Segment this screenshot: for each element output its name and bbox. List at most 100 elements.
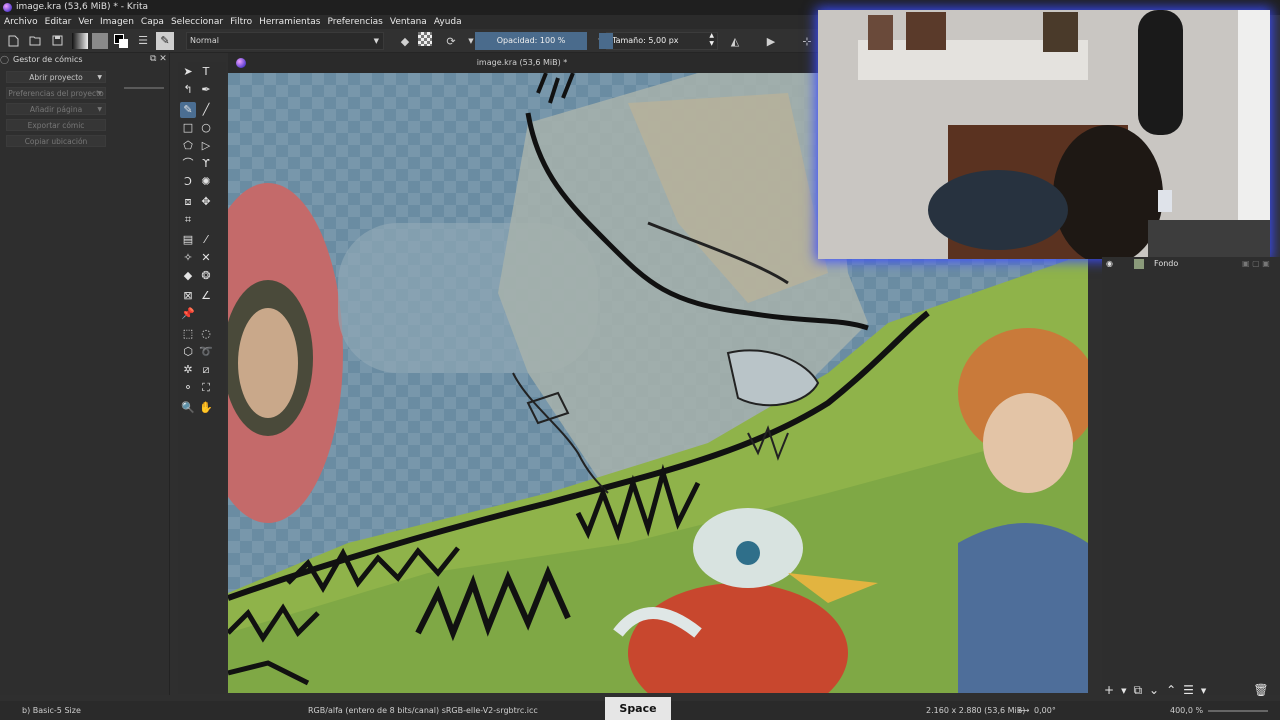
brush-preset-icon[interactable]: ✎ — [156, 31, 174, 50]
freehand-selection-icon[interactable]: ➰ — [198, 344, 214, 360]
project-settings-button[interactable]: Preferencias del proyecto ▼ — [6, 87, 106, 99]
add-page-button[interactable]: Añadir página ▼ — [6, 103, 106, 115]
dynamic-brush-tool-icon[interactable]: Ͻ — [180, 174, 196, 190]
freehand-brush-tool-icon[interactable]: ✎ — [180, 102, 196, 118]
text-tool-icon[interactable]: T — [198, 64, 214, 80]
elliptical-selection-icon[interactable]: ◌ — [198, 326, 214, 342]
blend-mode-select[interactable]: Normal ▼ — [186, 32, 384, 50]
line-tool-icon[interactable]: ╱ — [198, 102, 214, 118]
toolbox: ➤ T ↰ ✒ ✎ ╱ □ ○ ⬠ ▷ ⌒ ϒ Ͻ ✺ ⧈ ✥ ⌗ ▤ ⁄ ✧ … — [178, 62, 226, 694]
preserve-alpha-icon[interactable] — [418, 32, 432, 46]
document-tab[interactable]: image.kra (53,6 MiB) * — [228, 53, 816, 73]
layer-thumbnail — [1134, 259, 1144, 269]
rotation-status: 0,00° — [1034, 706, 1056, 715]
menu-filtro[interactable]: Filtro — [230, 15, 252, 29]
menu-herramientas[interactable]: Herramientas — [259, 15, 320, 29]
docker-controls[interactable]: ⧉ ✕ — [150, 54, 167, 64]
move-tool-icon[interactable]: ✥ — [198, 194, 214, 210]
pattern-selector-icon[interactable] — [92, 32, 108, 49]
menu-ayuda[interactable]: Ayuda — [434, 15, 462, 29]
menu-ventana[interactable]: Ventana — [390, 15, 427, 29]
reload-preset-icon[interactable]: ⟳ — [442, 32, 460, 50]
save-icon[interactable] — [48, 32, 66, 50]
menu-archivo[interactable]: Archivo — [4, 15, 38, 29]
brush-settings-icon[interactable]: ☰ — [134, 32, 152, 50]
chevron-down-icon: ▼ — [97, 90, 102, 97]
docker-float-icon[interactable]: ◯ — [0, 55, 9, 64]
eye-icon[interactable]: ◉ — [1106, 257, 1113, 271]
polygon-tool-icon[interactable]: ⬠ — [180, 138, 196, 154]
crop-workspace-icon[interactable]: ⊹ — [798, 32, 816, 50]
layer-props-icon[interactable]: ▣ ▢ ▣ — [1242, 257, 1270, 271]
move-layer-up-icon[interactable]: ⌃ — [1166, 683, 1176, 699]
multibrush-tool-icon[interactable]: ✺ — [198, 174, 214, 190]
layer-controls: + ▼ ⧉ ⌄ ⌃ ☰ ▼ 🗑 — [1104, 683, 1280, 699]
rotation-icon[interactable]: ⟷ — [1018, 701, 1029, 720]
layer-row[interactable]: ◉ Fondo ▣ ▢ ▣ — [1102, 257, 1280, 271]
fg-bg-color-icon[interactable] — [112, 32, 130, 50]
colorize-mask-tool-icon[interactable]: ✕ — [198, 250, 214, 266]
chevron-down-icon: ▼ — [373, 37, 379, 45]
polyline-tool-icon[interactable]: ▷ — [198, 138, 214, 154]
opacity-slider[interactable]: Opacidad: 100 % — [475, 32, 587, 50]
chevron-down-icon: ▼ — [97, 74, 102, 81]
calligraphy-tool-icon[interactable]: ✒ — [198, 82, 214, 98]
crop-tool-icon[interactable]: ⌗ — [180, 212, 196, 228]
assistant-tool-icon[interactable]: ⊠ — [180, 288, 196, 304]
contiguous-selection-icon[interactable]: ✲ — [180, 362, 196, 378]
menu-imagen[interactable]: Imagen — [100, 15, 134, 29]
add-layer-icon[interactable]: + — [1104, 683, 1114, 699]
transform-tool-icon[interactable]: ⧈ — [180, 194, 196, 210]
image-size-status: 2.160 x 2.880 (53,6 MiB) — [926, 706, 1026, 715]
chevron-down-icon[interactable]: ▼ — [1121, 683, 1126, 699]
rectangle-tool-icon[interactable]: □ — [180, 120, 196, 136]
bezier-selection-icon[interactable]: ⚬ — [180, 380, 196, 396]
freehand-path-tool-icon[interactable]: ϒ — [198, 156, 214, 172]
brush-preset-status: b) Basic-5 Size — [22, 706, 81, 715]
menu-bar: Archivo Editar Ver Imagen Capa Seleccion… — [0, 15, 830, 29]
mirror-vertical-icon[interactable]: ▶ — [762, 32, 780, 50]
open-folder-icon[interactable] — [26, 32, 44, 50]
zoom-slider[interactable] — [1208, 710, 1268, 712]
measure-tool-icon[interactable]: ∠ — [198, 288, 214, 304]
open-project-button[interactable]: Abrir proyecto ▼ — [6, 71, 106, 83]
zoom-tool-icon[interactable]: 🔍 — [180, 400, 196, 416]
color-picker-tool-icon[interactable]: ⁄ — [198, 232, 214, 248]
main-toolbar: ☰ ✎ Normal ▼ ◆ ⟳ ▼ Opacidad: 100 % ▼ Tam… — [0, 29, 830, 53]
bezier-tool-icon[interactable]: ⌒ — [180, 156, 196, 172]
menu-seleccionar[interactable]: Seleccionar — [171, 15, 223, 29]
webcam-overlay — [818, 10, 1270, 259]
layers-docker: ◉ Fondo ▣ ▢ ▣ — [1102, 257, 1280, 695]
menu-preferencias[interactable]: Preferencias — [327, 15, 382, 29]
similar-color-selection-icon[interactable]: ⧄ — [198, 362, 214, 378]
enclose-fill-tool-icon[interactable]: ❂ — [198, 268, 214, 284]
chevron-down-icon[interactable]: ▼ — [1201, 683, 1206, 699]
pan-tool-icon[interactable]: ✋ — [198, 400, 214, 416]
duplicate-layer-icon[interactable]: ⧉ — [1133, 683, 1142, 699]
delete-layer-icon[interactable]: 🗑 — [1253, 683, 1268, 699]
rectangular-selection-icon[interactable]: ⬚ — [180, 326, 196, 342]
gradient-selector-icon[interactable] — [72, 32, 88, 49]
project-settings-label: Preferencias del proyecto — [8, 89, 104, 98]
gradient-tool-icon[interactable]: ▤ — [180, 232, 196, 248]
menu-editar[interactable]: Editar — [45, 15, 72, 29]
smart-patch-tool-icon[interactable]: ✧ — [180, 250, 196, 266]
new-document-icon[interactable] — [4, 32, 22, 50]
size-slider[interactable]: Tamaño: 5,00 px ▲ ▼ — [599, 32, 718, 50]
menu-capa[interactable]: Capa — [141, 15, 164, 29]
edit-shapes-tool-icon[interactable]: ↰ — [180, 82, 196, 98]
ellipse-tool-icon[interactable]: ○ — [198, 120, 214, 136]
layer-properties-icon[interactable]: ☰ — [1183, 683, 1194, 699]
select-shapes-tool-icon[interactable]: ➤ — [180, 64, 196, 80]
fill-tool-icon[interactable]: ◆ — [180, 268, 196, 284]
menu-ver[interactable]: Ver — [78, 15, 93, 29]
export-comic-button[interactable]: Exportar cómic — [6, 119, 106, 131]
copy-location-button[interactable]: Copiar ubicación — [6, 135, 106, 147]
move-layer-down-icon[interactable]: ⌄ — [1149, 683, 1159, 699]
docker-scrollbar[interactable] — [124, 87, 164, 89]
mirror-horizontal-icon[interactable]: ◭ — [726, 32, 744, 50]
polygonal-selection-icon[interactable]: ⬡ — [180, 344, 196, 360]
reference-images-tool-icon[interactable]: 📌 — [180, 306, 196, 322]
magnetic-selection-icon[interactable]: ⛶ — [198, 380, 214, 396]
eraser-mode-icon[interactable]: ◆ — [396, 32, 414, 50]
